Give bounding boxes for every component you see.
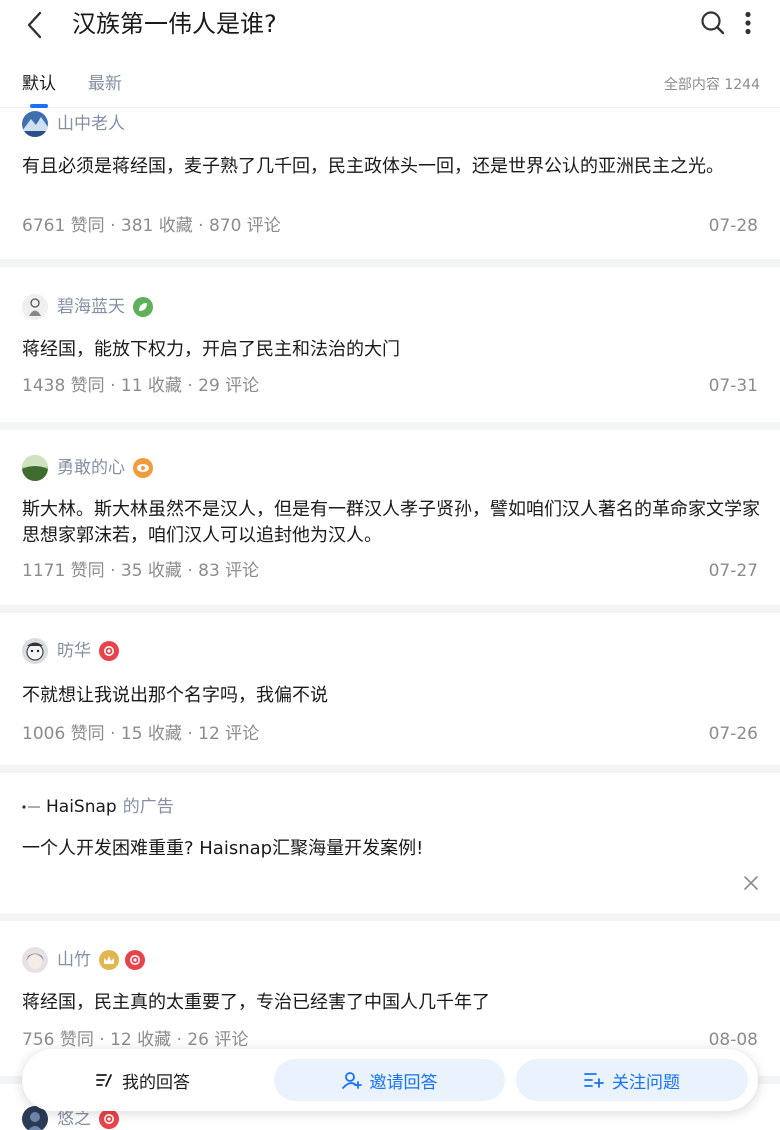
answer-excerpt[interactable]: 不就想让我说出那个名字吗，我偏不说 [22, 683, 762, 709]
back-button[interactable] [18, 8, 52, 42]
card-separator [0, 605, 780, 613]
orange-eye-badge-icon [133, 458, 153, 478]
card-separator [0, 422, 780, 430]
top-bar: 汉族第一伟人是谁? [0, 0, 780, 50]
search-button[interactable] [698, 8, 728, 38]
cartoon-face-avatar[interactable] [22, 638, 48, 664]
answer-author[interactable]: 山竹 [22, 947, 145, 973]
chevron-left-icon [27, 11, 42, 39]
close-icon [744, 876, 758, 890]
follow-question-label: 关注问题 [612, 1072, 680, 1093]
ad-text[interactable]: 一个人开发困难重重? Haisnap汇聚海量开发案例! [22, 836, 762, 862]
active-tab-indicator [30, 104, 48, 108]
edit-list-icon [96, 1072, 114, 1088]
answer-excerpt[interactable]: 蒋经国，能放下权力，开启了民主和法治的大门 [22, 337, 762, 363]
haisnap-logo-icon [22, 799, 42, 815]
red-medal-badge-icon [125, 950, 145, 970]
my-answer-button[interactable]: 我的回答 [26, 1059, 260, 1101]
follow-question-button[interactable]: 关注问题 [516, 1059, 748, 1101]
answer-card[interactable]: 山中老人 有且必须是蒋经国，麦子熟了几千回，民主政体头一回，还是世界公认的亚洲民… [0, 109, 780, 259]
ad-brand-name[interactable]: HaiSnap [46, 795, 117, 819]
answer-feed[interactable]: 山中老人 有且必须是蒋经国，麦子熟了几千回，民主政体头一回，还是世界公认的亚洲民… [0, 109, 780, 1130]
invite-answer-button[interactable]: 邀请回答 [274, 1059, 505, 1101]
green-leaf-badge-icon [133, 297, 153, 317]
answer-excerpt[interactable]: 蒋经国，民主真的太重要了，专治已经害了中国人几千年了 [22, 990, 762, 1016]
answer-stats: 1006 赞同 · 15 收藏 · 12 评论 [22, 724, 260, 744]
tab-latest[interactable]: 最新 [88, 72, 122, 96]
answer-date: 07-31 [708, 376, 758, 396]
tab-default[interactable]: 默认 [22, 72, 56, 96]
invite-answer-label: 邀请回答 [369, 1072, 438, 1093]
author-name[interactable]: 碧海蓝天 [57, 295, 125, 319]
anime-avatar[interactable] [22, 947, 48, 973]
my-answer-label: 我的回答 [122, 1072, 190, 1093]
sketch-avatar[interactable] [22, 294, 48, 320]
answer-excerpt[interactable]: 斯大林。斯大林虽然不是汉人，但是有一群汉人孝子贤孙，譬如咱们汉人著名的革命家文学… [22, 497, 762, 549]
invite-user-icon [341, 1071, 362, 1089]
ad-card[interactable]: HaiSnap 的广告 一个人开发困难重重? Haisnap汇聚海量开发案例! [0, 773, 780, 913]
bottom-action-bar: 我的回答 邀请回答 关注问题 [22, 1049, 758, 1111]
card-separator [0, 913, 780, 921]
answer-author[interactable]: 勇敢的心 [22, 455, 153, 481]
card-separator [0, 259, 780, 267]
answer-stats: 1171 赞同 · 35 收藏 · 83 评论 [22, 561, 260, 581]
landscape-avatar[interactable] [22, 455, 48, 481]
gold-crown-badge-icon [99, 950, 119, 970]
ad-brand-row: HaiSnap 的广告 [22, 795, 174, 819]
mountain-avatar[interactable] [22, 111, 48, 137]
total-content-count: 全部内容 1244 [663, 77, 760, 93]
red-medal-badge-icon [99, 641, 119, 661]
answer-author[interactable]: 山中老人 [22, 111, 125, 137]
question-page: 汉族第一伟人是谁? 默认 最新 全部内容 1244 山中老人 有且必须是蒋经国，… [0, 0, 780, 1130]
red-medal-badge-icon [99, 1109, 119, 1129]
answer-stats: 6761 赞同 · 381 收藏 · 870 评论 [22, 216, 281, 236]
card-separator [0, 765, 780, 773]
question-title: 汉族第一伟人是谁? [72, 10, 277, 38]
answer-date: 07-28 [708, 216, 758, 236]
answer-author[interactable]: 碧海蓝天 [22, 294, 153, 320]
sort-tabs: 默认 最新 全部内容 1244 [0, 62, 780, 108]
answer-stats: 1438 赞同 · 11 收藏 · 29 评论 [22, 376, 260, 396]
ad-label: 的广告 [122, 797, 174, 817]
search-icon [701, 11, 725, 35]
answer-card[interactable]: 勇敢的心 斯大林。斯大林虽然不是汉人，但是有一群汉人孝子贤孙，譬如咱们汉人著名的… [0, 430, 780, 605]
author-name[interactable]: 勇敢的心 [57, 456, 125, 480]
answer-date: 07-27 [708, 561, 758, 581]
answer-author[interactable]: 昉华 [22, 638, 119, 664]
answer-date: 07-26 [708, 724, 758, 744]
answer-card[interactable]: 昉华 不就想让我说出那个名字吗，我偏不说 1006 赞同 · 15 收藏 · 1… [0, 613, 780, 765]
add-list-icon [584, 1072, 604, 1088]
answer-excerpt[interactable]: 有且必须是蒋经国，麦子熟了几千回，民主政体头一回，还是世界公认的亚洲民主之光。 [22, 154, 762, 180]
more-options-button[interactable] [736, 8, 760, 38]
author-name[interactable]: 山竹 [57, 948, 91, 972]
author-name[interactable]: 山中老人 [57, 112, 125, 136]
answer-card[interactable]: 碧海蓝天 蒋经国，能放下权力，开启了民主和法治的大门 1438 赞同 · 11 … [0, 267, 780, 422]
author-name[interactable]: 昉华 [57, 639, 91, 663]
ad-close-button[interactable] [740, 872, 762, 894]
more-vertical-icon [745, 11, 751, 35]
